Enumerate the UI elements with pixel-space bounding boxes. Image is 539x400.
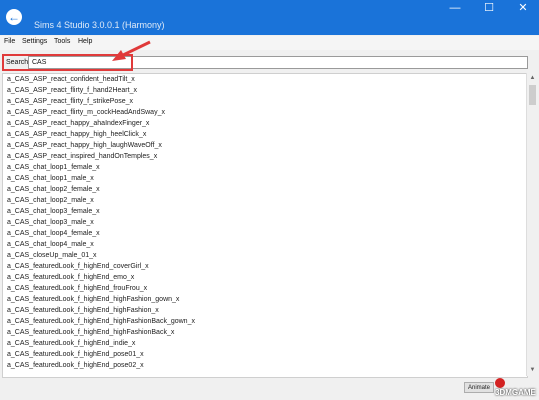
app-window: ← Sims 4 Studio 3.0.0.1 (Harmony) — ☐ ✕ … — [0, 0, 539, 400]
list-item[interactable]: a_CAS_ASP_react_happy_high_heelClick_x — [7, 131, 146, 138]
animation-list[interactable]: a_CAS_ASP_react_confident_headTilt_x a_C… — [2, 73, 528, 378]
bottom-bar — [0, 378, 539, 400]
watermark-text: 3DMGAME — [495, 388, 536, 397]
list-item[interactable]: a_CAS_ASP_react_happy_ahaIndexFinger_x — [7, 120, 149, 127]
list-item[interactable]: a_CAS_chat_loop4_female_x — [7, 230, 100, 237]
scroll-down-icon[interactable]: ▼ — [528, 366, 537, 375]
list-item[interactable]: a_CAS_chat_loop1_female_x — [7, 164, 100, 171]
list-item[interactable]: a_CAS_chat_loop3_male_x — [7, 219, 94, 226]
list-item[interactable]: a_CAS_featuredLook_f_highEnd_pose01_x — [7, 351, 144, 358]
list-item[interactable]: a_CAS_ASP_react_flirty_m_cockHeadAndSway… — [7, 109, 165, 116]
list-item[interactable]: a_CAS_featuredLook_f_highEnd_indie_x — [7, 340, 135, 347]
list-item[interactable]: a_CAS_featuredLook_f_highEnd_highFashion… — [7, 307, 159, 314]
list-item[interactable]: a_CAS_featuredLook_f_highEnd_coverGirl_x — [7, 263, 149, 270]
list-item[interactable]: a_CAS_featuredLook_f_highEnd_highFashion… — [7, 318, 195, 325]
list-item[interactable]: a_CAS_featuredLook_f_highEnd_highFashion… — [7, 296, 179, 303]
watermark-logo: 3DMGAME — [495, 378, 537, 400]
list-item[interactable]: a_CAS_closeUp_male_01_x — [7, 252, 97, 259]
list-item[interactable]: a_CAS_featuredLook_f_highEnd_highFashion… — [7, 329, 174, 336]
list-scrollbar[interactable]: ▲ ▼ — [526, 73, 538, 376]
animate-button[interactable]: Animate — [464, 382, 494, 393]
list-item[interactable]: a_CAS_ASP_react_happy_high_laughWaveOff_… — [7, 142, 162, 149]
list-item[interactable]: a_CAS_chat_loop2_male_x — [7, 197, 94, 204]
list-item[interactable]: a_CAS_ASP_react_confident_headTilt_x — [7, 76, 135, 83]
list-item[interactable]: a_CAS_chat_loop4_male_x — [7, 241, 94, 248]
scroll-up-icon[interactable]: ▲ — [528, 74, 537, 83]
list-item[interactable]: a_CAS_chat_loop1_male_x — [7, 175, 94, 182]
list-item[interactable]: a_CAS_featuredLook_f_highEnd_pose02_x — [7, 362, 144, 369]
list-item[interactable]: a_CAS_chat_loop2_female_x — [7, 186, 100, 193]
list-item[interactable]: a_CAS_ASP_react_inspired_handOnTemples_x — [7, 153, 157, 160]
list-item[interactable]: a_CAS_ASP_react_flirty_f_strikePose_x — [7, 98, 133, 105]
list-item[interactable]: a_CAS_chat_loop3_female_x — [7, 208, 100, 215]
list-item[interactable]: a_CAS_featuredLook_f_highEnd_emo_x — [7, 274, 134, 281]
watermark-logo-icon — [495, 378, 505, 388]
scroll-thumb[interactable] — [529, 85, 536, 105]
list-item[interactable]: a_CAS_ASP_react_flirty_f_hand2Heart_x — [7, 87, 137, 94]
list-item[interactable]: a_CAS_featuredLook_f_highEnd_frouFrou_x — [7, 285, 147, 292]
